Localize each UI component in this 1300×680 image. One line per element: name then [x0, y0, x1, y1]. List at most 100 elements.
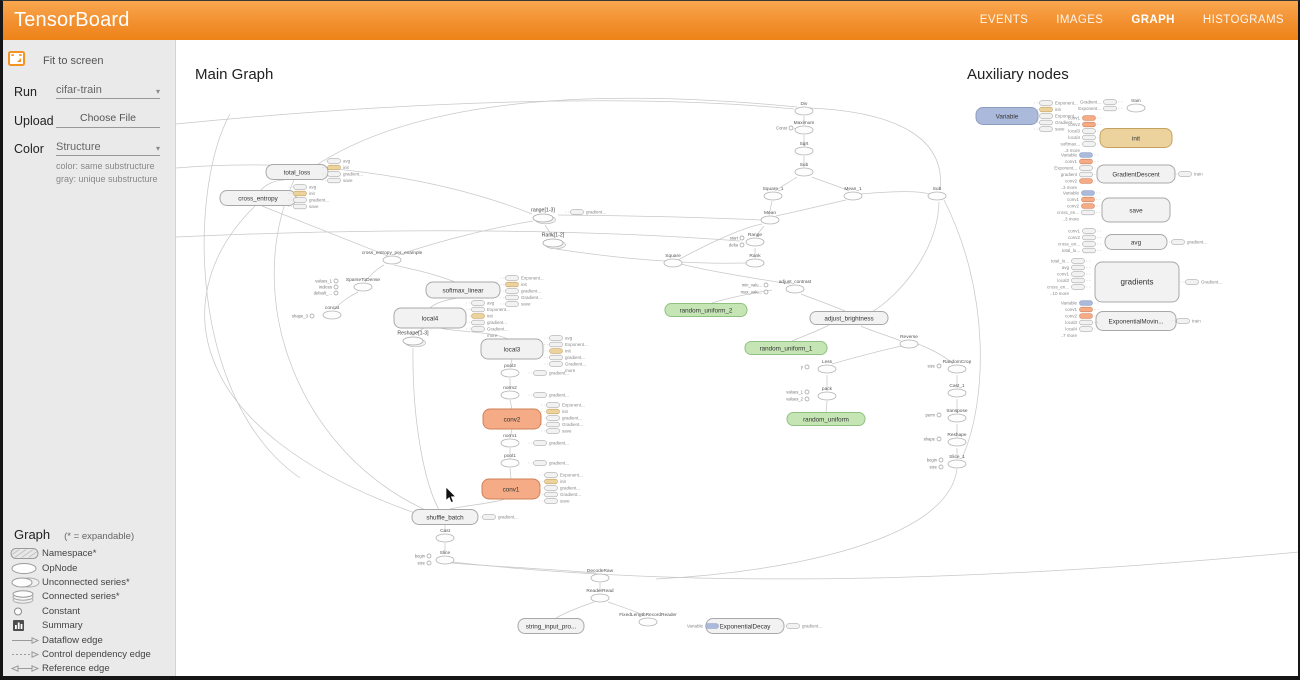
graph-op-Square[interactable]: Square	[664, 253, 682, 267]
fit-to-screen-icon[interactable]	[8, 51, 25, 71]
svg-text:size: size	[928, 364, 936, 369]
graph-const-default_...[interactable]: default_...	[314, 291, 338, 296]
graph-op-Reshape[interactable]: Reshape	[947, 432, 967, 446]
graph-op-Less[interactable]: Less	[818, 359, 836, 373]
graph-const-size[interactable]: size	[928, 364, 941, 369]
graph-node-conv2[interactable]: conv2	[483, 409, 541, 429]
graph-op-Sub[interactable]: Sub	[928, 186, 946, 200]
graph-node-ExponentialMovin...[interactable]: ExponentialMovin...	[1096, 312, 1176, 331]
graph-const-Const[interactable]: Const	[776, 126, 793, 131]
graph-op-Mean[interactable]: Mean	[761, 210, 779, 224]
graph-op-Range[interactable]: Range	[746, 232, 764, 246]
graph-node-local3[interactable]: local3	[481, 339, 543, 359]
graph-const-perm[interactable]: perm	[925, 413, 941, 418]
satellite-group: gradient...	[477, 515, 518, 520]
graph-node-avg[interactable]: avg	[1105, 235, 1167, 250]
tab-events[interactable]: EVENTS	[980, 14, 1028, 26]
graph-const-delta[interactable]: delta	[729, 243, 744, 248]
tab-graph[interactable]: GRAPH	[1131, 14, 1175, 26]
graph-node-adjust_brightness[interactable]: adjust_brightness	[810, 312, 888, 325]
graph-op-train[interactable]: train	[1127, 98, 1145, 112]
svg-text:Variable: Variable	[687, 624, 704, 629]
graph-op-Cast_1[interactable]: Cast_1	[948, 383, 966, 397]
graph-op-transpose[interactable]: transpose	[946, 408, 967, 422]
svg-text:size: size	[418, 561, 426, 566]
graph-const-values_1[interactable]: values_1	[315, 279, 338, 284]
graph-node-random_uniform_1[interactable]: random_uniform_1	[745, 342, 827, 355]
fit-to-screen-button[interactable]: Fit to screen	[43, 55, 104, 67]
svg-text:pack: pack	[822, 386, 833, 392]
graph-op-cross_entropy_per_example[interactable]: cross_entropy_per_example	[362, 250, 423, 264]
svg-text:gradient...: gradient...	[1187, 240, 1207, 245]
graph-op-RandomCrop[interactable]: RandomCrop	[943, 359, 972, 373]
graph-op-norm1[interactable]: norm1	[501, 433, 519, 447]
graph-const-min_valu...[interactable]: min_valu...	[742, 283, 768, 288]
graph-node-total_loss[interactable]: total_loss	[266, 165, 328, 180]
graph-const-y[interactable]: y	[801, 365, 809, 370]
graph-node-init[interactable]: init	[1100, 129, 1172, 148]
graph-op-ReaderRead[interactable]: ReaderRead	[586, 588, 614, 602]
graph-const-begin[interactable]: begin	[415, 554, 431, 559]
graph-op-norm2[interactable]: norm2	[501, 385, 519, 399]
svg-text:FixedLengthRecordReader: FixedLengthRecordReader	[619, 612, 677, 618]
graph-op-concat[interactable]: concat	[323, 305, 341, 319]
graph-node-save[interactable]: save	[1102, 198, 1170, 222]
graph-op-Sqrt[interactable]: Sqrt	[795, 141, 813, 155]
graph-op-FixedLengthRecordReader[interactable]: FixedLengthRecordReader	[619, 612, 677, 626]
satellite-group: Exponent...initgradient...Gradient...sav…	[541, 403, 585, 434]
graph-op-Sub[interactable]: Sub	[795, 162, 813, 176]
graph-const-begin[interactable]: begin	[927, 458, 943, 463]
graph-const-start[interactable]: start	[730, 236, 744, 241]
graph-node-Variable[interactable]: Variable	[976, 108, 1038, 125]
graph-op-adjust_contrast[interactable]: adjust_contrast	[779, 279, 812, 293]
color-notes: color: same substructure gray: unique su…	[56, 160, 175, 185]
graph-const-max_valu...[interactable]: max_valu...	[741, 290, 768, 295]
graph-node-shuffle_batch[interactable]: shuffle_batch	[412, 510, 478, 525]
graph-op-Reverse[interactable]: Reverse	[900, 334, 918, 348]
tab-images[interactable]: IMAGES	[1056, 14, 1103, 26]
graph-node-GradientDescent[interactable]: GradientDescent	[1097, 165, 1175, 183]
graph-node-local4[interactable]: local4	[394, 308, 466, 328]
graph-node-softmax_linear[interactable]: softmax_linear	[426, 282, 500, 298]
graph-op-Cast[interactable]: Cast	[436, 528, 454, 542]
graph-node-conv1[interactable]: conv1	[482, 479, 540, 499]
graph-op-pool2[interactable]: pool2	[501, 363, 519, 377]
graph-node-string_input_pro...[interactable]: string_input_pro...	[518, 619, 584, 634]
graph-const-shape[interactable]: shape	[924, 437, 941, 442]
graph-const-values_2[interactable]: values_2	[786, 397, 809, 402]
svg-text:gradient...: gradient...	[549, 461, 569, 466]
graph-op-SparseToDense[interactable]: SparseToDense	[346, 277, 380, 291]
graph-op-Slice_1[interactable]: Slice_1	[948, 454, 966, 468]
run-select[interactable]: cifar-train ▾	[56, 84, 160, 99]
graph-node-random_uniform_2[interactable]: random_uniform_2	[665, 304, 747, 317]
graph-op-Slice[interactable]: Slice	[436, 550, 454, 564]
graph-op-Maximum[interactable]: Maximum	[794, 120, 815, 134]
color-select[interactable]: Structure ▾	[56, 141, 160, 156]
graph-series-range[1-3][interactable]: range[1-3]	[531, 208, 555, 224]
graph-op-pack[interactable]: pack	[818, 386, 836, 400]
svg-text:shape_3: shape_3	[292, 314, 309, 319]
choose-file-button[interactable]: Choose File	[56, 112, 160, 128]
graph-node-cross_entropy[interactable]: cross_entropy	[220, 191, 296, 206]
graph-series-Rank[1-2][interactable]: Rank[1-2]	[542, 233, 566, 249]
graph-const-size[interactable]: size	[418, 561, 431, 566]
graph-series-Reshape[1-3][interactable]: Reshape[1-3]	[397, 331, 429, 347]
legend-label: Constant	[42, 606, 80, 617]
satellite-group: gradient...	[565, 210, 606, 215]
graph-op-Div[interactable]: Div	[795, 101, 813, 115]
graph-node-gradients[interactable]: gradients	[1095, 262, 1179, 302]
graph-op-Rank[interactable]: Rank	[746, 253, 764, 267]
satellite-group: Gradient...	[1180, 280, 1222, 285]
graph-op-Square_1[interactable]: Square_1	[763, 186, 784, 200]
svg-text:local4: local4	[1068, 135, 1080, 140]
graph-op-pool1[interactable]: pool1	[501, 453, 519, 467]
graph-const-shape_3[interactable]: shape_3	[292, 314, 314, 319]
graph-const-size[interactable]: size	[930, 465, 943, 470]
graph-const-indices[interactable]: indices	[319, 285, 338, 290]
svg-text:cross_en...: cross_en...	[1057, 210, 1079, 215]
graph-const-values_1[interactable]: values_1	[786, 390, 809, 395]
graph-node-random_uniform[interactable]: random_uniform	[787, 413, 865, 426]
graph-canvas[interactable]: total_losscross_entropysoftmax_linearloc…	[176, 40, 1300, 680]
tab-histograms[interactable]: HISTOGRAMS	[1203, 14, 1284, 26]
graph-op-Mean_1[interactable]: Mean_1	[844, 186, 862, 200]
